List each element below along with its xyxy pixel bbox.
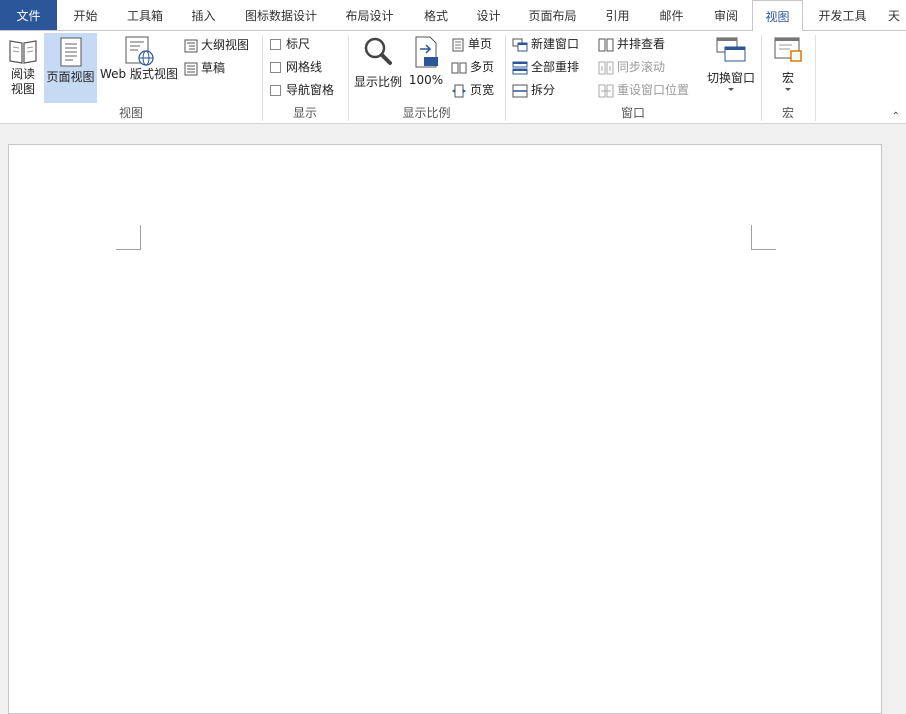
ribbon-tab-bar: 文件 开始 工具箱 插入 图标数据设计 布局设计 格式 设计 页面布局 引用 邮件 审阅 视图 开发工具天 — [0, 0, 906, 31]
sync-scroll-label: 同步滚动 — [617, 60, 666, 74]
ruler-check-box[interactable] — [270, 39, 281, 50]
ribbon-tab[interactable]: 引用 — [592, 0, 643, 30]
zoom-100-label: 100% — [408, 73, 444, 87]
read-mode-label: 阅读 视图 — [10, 67, 35, 96]
ribbon-tab[interactable]: 页面布局 — [513, 0, 592, 30]
draft-button[interactable]: 草稿 — [184, 58, 225, 78]
new-window-icon — [512, 38, 528, 51]
ribbon-tab[interactable]: 开发工具 — [803, 0, 882, 30]
one-page-label: 单页 — [468, 37, 493, 51]
gridlines-label: 网格线 — [286, 60, 323, 74]
page-icon — [60, 37, 81, 67]
ribbon-tab[interactable]: 工具箱 — [114, 0, 176, 30]
ribbon-tab[interactable]: 审阅 — [700, 0, 752, 30]
ruler-label: 标尺 — [286, 37, 311, 51]
nav-pane-label: 导航窗格 — [286, 83, 335, 97]
reset-position-label: 重设窗口位置 — [617, 83, 690, 97]
print-layout-label: 页面视图 — [46, 70, 95, 84]
sync-scroll-button[interactable]: 同步滚动 — [598, 57, 665, 77]
collapse-ribbon-icon[interactable]: ⌃ — [892, 111, 900, 122]
ribbon-tab[interactable]: 设计 — [464, 0, 513, 30]
reset-position-icon — [598, 84, 614, 97]
multi-page-icon — [451, 62, 467, 73]
ribbon-tab[interactable]: 天 — [882, 0, 906, 30]
outline-button[interactable]: 大纲视图 — [184, 35, 249, 55]
ruler-checkbox[interactable]: 标尺 — [270, 34, 310, 54]
new-window-label: 新建窗口 — [531, 37, 580, 51]
window-group-label: 窗口 — [620, 106, 645, 120]
nav-pane-checkbox[interactable]: 导航窗格 — [270, 80, 334, 100]
ribbon-tab[interactable]: 视图 — [752, 0, 803, 31]
sync-scroll-icon — [598, 61, 614, 74]
zoom-group-label: 显示比例 — [402, 106, 451, 120]
book-icon — [9, 40, 37, 64]
vertical-scrollbar[interactable] — [889, 124, 906, 714]
switch-windows-button[interactable]: 切换窗口 — [703, 35, 759, 103]
page-width-icon — [452, 84, 466, 97]
macro-icon — [774, 37, 802, 62]
one-page-icon — [452, 38, 464, 51]
draft-label: 草稿 — [201, 61, 226, 75]
ribbon-tab[interactable]: 布局设计 — [331, 0, 408, 30]
zoom-label: 显示比例 — [353, 75, 402, 89]
split-icon — [512, 84, 528, 97]
split-label: 拆分 — [531, 83, 556, 97]
page-width-label: 页宽 — [470, 83, 495, 97]
views-group-label: 视图 — [118, 106, 143, 120]
zoom-100-button[interactable]: 100% — [407, 35, 445, 103]
chevron-down-icon — [728, 88, 734, 91]
page-width-button[interactable]: 页宽 — [451, 80, 494, 100]
outline-icon — [184, 39, 198, 52]
margin-corner-top-right — [751, 225, 776, 250]
print-layout-button[interactable]: 页面视图 — [44, 33, 97, 103]
ribbon-tab[interactable]: 邮件 — [643, 0, 700, 30]
ribbon-tab[interactable]: 开始 — [57, 0, 114, 30]
draft-icon — [184, 62, 198, 75]
macros-group-label: 宏 — [781, 106, 794, 120]
web-layout-button[interactable]: Web 版式视图 — [98, 35, 180, 103]
ribbon-tab[interactable]: 插入 — [176, 0, 231, 30]
zoom-100-icon — [415, 36, 438, 68]
nav-pane-check-box[interactable] — [270, 85, 281, 96]
document-page[interactable] — [8, 144, 882, 714]
ribbon: 阅读 视图 页面视图 Web 版式视图 大纲视图 草稿 视图 标尺 网格线 导航… — [0, 30, 906, 124]
new-window-button[interactable]: 新建窗口 — [512, 34, 579, 54]
magnifier-icon — [364, 37, 392, 65]
ribbon-tab[interactable]: 格式 — [408, 0, 464, 30]
side-by-side-icon — [598, 38, 614, 51]
margin-corner-top-left — [116, 225, 141, 250]
document-area — [0, 124, 906, 714]
macros-button[interactable]: 宏 — [768, 35, 808, 103]
read-mode-button[interactable]: 阅读 视图 — [3, 35, 43, 103]
show-group-label: 显示 — [292, 106, 317, 120]
tab-file[interactable]: 文件 — [0, 0, 57, 30]
arrange-all-label: 全部重排 — [531, 60, 580, 74]
multi-page-label: 多页 — [470, 60, 495, 74]
arrange-all-button[interactable]: 全部重排 — [512, 57, 579, 77]
chevron-down-icon — [785, 88, 791, 91]
side-by-side-label: 并排查看 — [617, 37, 666, 51]
multi-page-button[interactable]: 多页 — [451, 57, 494, 77]
one-page-button[interactable]: 单页 — [451, 34, 492, 54]
switch-windows-icon — [716, 37, 746, 62]
outline-label: 大纲视图 — [201, 38, 250, 52]
web-page-icon — [125, 36, 154, 66]
group-divider — [815, 35, 816, 121]
web-layout-label: Web 版式视图 — [100, 67, 178, 81]
switch-windows-label: 切换窗口 — [706, 71, 755, 85]
ribbon-tab[interactable]: 图标数据设计 — [231, 0, 331, 30]
arrange-all-icon — [512, 61, 528, 74]
reset-position-button[interactable]: 重设窗口位置 — [598, 80, 689, 100]
gridlines-checkbox[interactable]: 网格线 — [270, 57, 322, 77]
zoom-button[interactable]: 显示比例 — [351, 35, 405, 103]
gridlines-check-box[interactable] — [270, 62, 281, 73]
side-by-side-button[interactable]: 并排查看 — [598, 34, 665, 54]
macros-label: 宏 — [781, 71, 794, 85]
split-button[interactable]: 拆分 — [512, 80, 555, 100]
